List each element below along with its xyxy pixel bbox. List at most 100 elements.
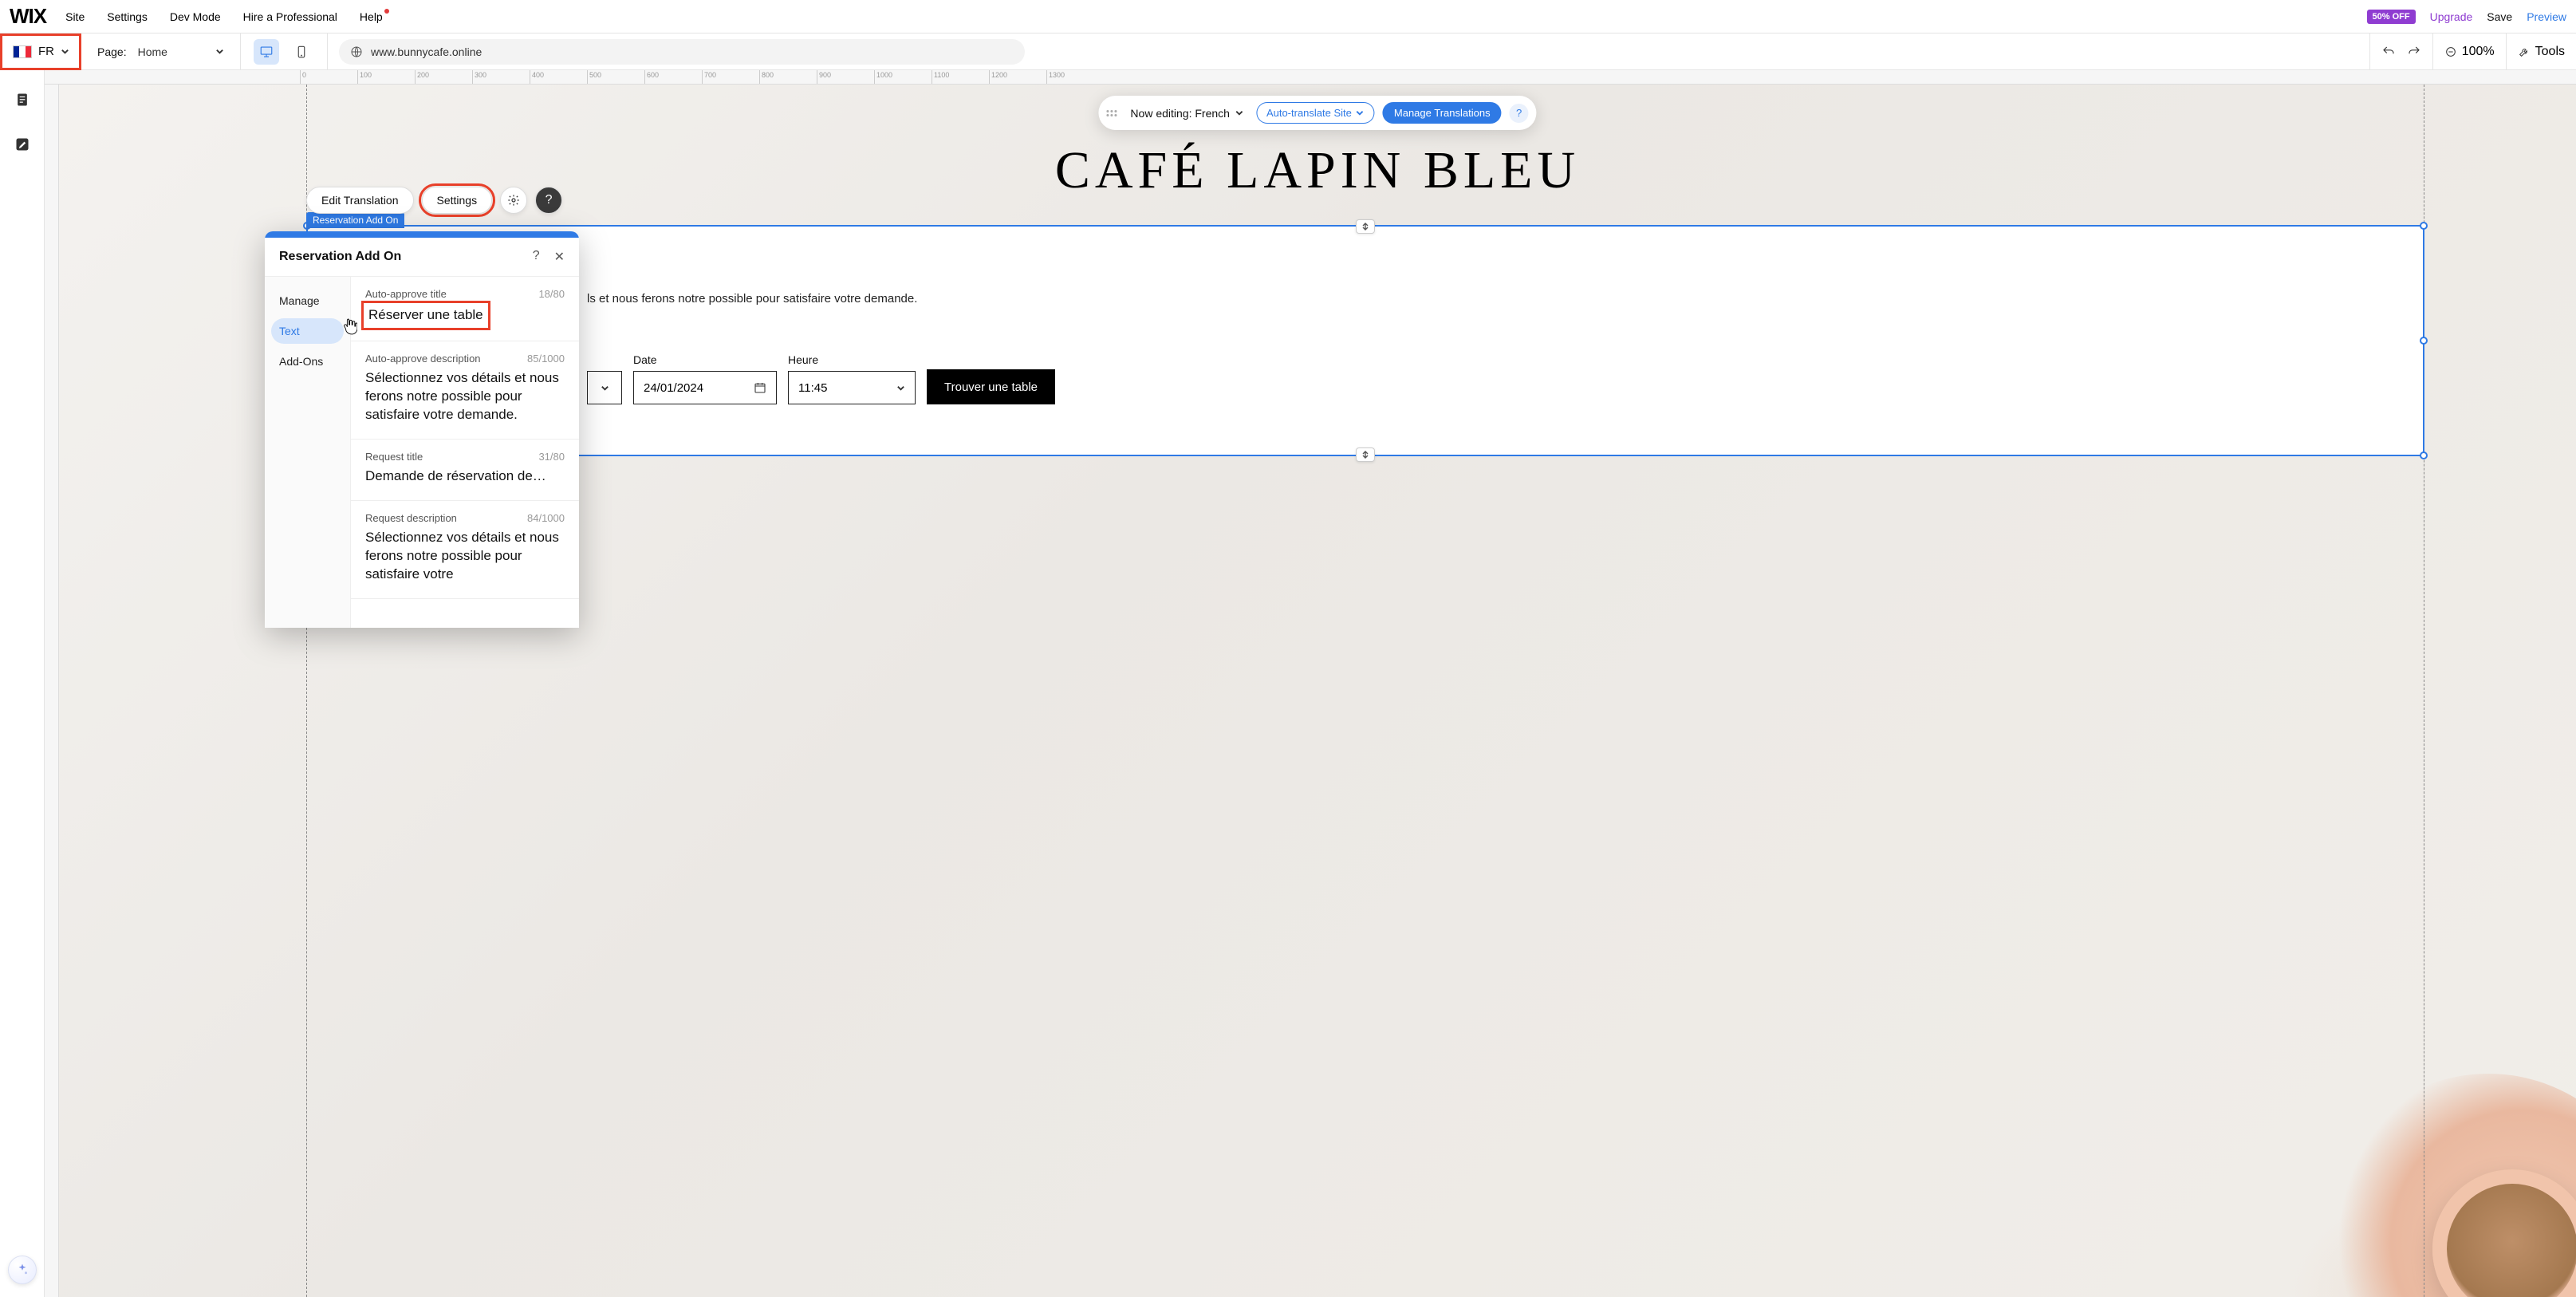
edit-panel-button[interactable]: [10, 132, 34, 156]
url-text: www.bunnycafe.online: [371, 45, 482, 58]
reservation-widget[interactable]: Réserver une table ls et nous ferons not…: [306, 225, 2424, 456]
chevron-down-icon: [215, 47, 224, 56]
edit-translation-button[interactable]: Edit Translation: [306, 187, 414, 214]
left-rail: [0, 70, 45, 1297]
tools-button[interactable]: Tools: [2506, 34, 2576, 70]
chevron-down-icon: [896, 384, 905, 392]
field-label: Request description: [365, 512, 457, 524]
now-editing-label: Now editing: French: [1130, 107, 1230, 120]
find-table-button[interactable]: Trouver une table: [927, 369, 1055, 404]
drag-handle-icon[interactable]: [1106, 110, 1117, 116]
time-label: Heure: [788, 353, 916, 366]
calendar-icon: [754, 381, 766, 394]
language-selector[interactable]: FR: [0, 34, 81, 70]
widget-heading: Réserver une table: [340, 249, 2391, 274]
time-value: 11:45: [798, 381, 827, 395]
context-help-button[interactable]: ?: [535, 187, 562, 214]
field-char-count: 84/1000: [527, 512, 565, 524]
field-char-count: 31/80: [538, 451, 565, 463]
ruler-tick: 900: [817, 70, 831, 84]
gear-icon-button[interactable]: [500, 187, 527, 214]
device-switcher: [241, 34, 328, 70]
settings-panel: Reservation Add On ? ✕ Manage Text Add-O…: [265, 231, 579, 628]
pages-panel-button[interactable]: [10, 88, 34, 112]
mobile-view-button[interactable]: [289, 39, 314, 65]
settings-button[interactable]: Settings: [422, 187, 493, 214]
desktop-view-button[interactable]: [254, 39, 279, 65]
stage[interactable]: CAFÉ LAPIN BLEU Now editing: French Auto…: [59, 85, 2576, 1297]
panel-field[interactable]: Auto-approve title18/80Réserver une tabl…: [351, 277, 579, 341]
zoom-value: 100%: [2462, 45, 2495, 59]
panel-help-button[interactable]: ?: [533, 249, 540, 265]
resize-handle[interactable]: [2420, 222, 2428, 230]
field-label: Auto-approve description: [365, 353, 481, 365]
discount-badge: 50% OFF: [2367, 10, 2416, 24]
canvas: 0100200300400500600700800900100011001200…: [45, 70, 2576, 1297]
url-bar[interactable]: www.bunnycafe.online: [339, 39, 1025, 65]
field-char-count: 85/1000: [527, 353, 565, 365]
field-value[interactable]: Sélectionnez vos détails et nous ferons …: [365, 529, 565, 584]
date-label: Date: [633, 353, 777, 366]
panel-tab-text[interactable]: Text: [271, 318, 344, 344]
menu-devmode[interactable]: Dev Mode: [170, 10, 221, 23]
panel-field[interactable]: Request description 84/1000 Sélectionnez v…: [351, 501, 579, 599]
save-button[interactable]: Save: [2487, 10, 2512, 23]
panel-header: Reservation Add On ? ✕: [265, 238, 579, 277]
panel-tab-manage[interactable]: Manage: [271, 288, 344, 313]
resize-handle[interactable]: [2420, 451, 2428, 459]
ruler-tick: 100: [357, 70, 372, 84]
undo-button[interactable]: [2381, 45, 2396, 59]
widget-content: Réserver une table ls et nous ferons not…: [308, 227, 2423, 427]
ruler-tick: 700: [702, 70, 716, 84]
menu-help[interactable]: Help: [360, 10, 383, 23]
page-selector[interactable]: Page: Home: [81, 34, 241, 70]
date-input[interactable]: 24/01/2024: [633, 371, 777, 404]
widget-description: ls et nous ferons notre possible pour sa…: [340, 292, 2391, 306]
ruler-tick: 600: [644, 70, 659, 84]
stretch-button-top[interactable]: [1356, 219, 1375, 234]
chevron-down-icon: [61, 47, 69, 56]
redo-button[interactable]: [2407, 45, 2421, 59]
chevron-down-icon: [1235, 108, 1243, 117]
ruler-tick: 1300: [1046, 70, 1065, 84]
zoom-icon: [2444, 45, 2457, 58]
resize-handle[interactable]: [2420, 337, 2428, 345]
auto-translate-label: Auto-translate Site: [1266, 107, 1352, 119]
now-editing-dropdown[interactable]: Now editing: French: [1125, 107, 1248, 120]
context-toolbar: Edit Translation Settings ?: [306, 187, 562, 214]
menu-hire[interactable]: Hire a Professional: [243, 10, 337, 23]
wix-logo[interactable]: WIX: [10, 4, 46, 29]
ruler-tick: 300: [472, 70, 486, 84]
party-size-dropdown[interactable]: [587, 371, 622, 404]
panel-tab-addons[interactable]: Add-Ons: [271, 349, 344, 374]
panel-field[interactable]: Auto-approve description 85/1000 Sélection…: [351, 341, 579, 440]
help-button[interactable]: ?: [1510, 104, 1529, 123]
auto-translate-button[interactable]: Auto-translate Site: [1256, 102, 1375, 124]
field-value[interactable]: Sélectionnez vos détails et nous ferons …: [365, 369, 565, 424]
time-input[interactable]: 11:45: [788, 371, 916, 404]
tools-icon: [2518, 45, 2531, 58]
globe-icon: [350, 45, 363, 58]
date-value: 24/01/2024: [644, 381, 703, 395]
menu-items: Site Settings Dev Mode Hire a Profession…: [65, 10, 383, 23]
ai-assistant-button[interactable]: [8, 1256, 37, 1284]
horizontal-ruler: 0100200300400500600700800900100011001200…: [45, 70, 2576, 85]
translation-floating-bar: Now editing: French Auto-translate Site …: [1098, 96, 1536, 130]
chevron-down-icon: [1356, 108, 1365, 117]
menu-site[interactable]: Site: [65, 10, 85, 23]
stretch-button-bottom[interactable]: [1356, 447, 1375, 462]
page-name: Home: [138, 45, 167, 58]
zoom-selector[interactable]: 100%: [2432, 34, 2506, 70]
undo-redo-group: [2369, 34, 2432, 70]
ruler-tick: 400: [530, 70, 544, 84]
ruler-tick: 0: [300, 70, 306, 84]
menu-settings[interactable]: Settings: [107, 10, 148, 23]
field-value[interactable]: Demande de réservation de…: [365, 467, 565, 486]
upgrade-link[interactable]: Upgrade: [2430, 10, 2473, 23]
panel-field[interactable]: Request title31/80Demande de réservation…: [351, 440, 579, 501]
panel-close-button[interactable]: ✕: [554, 249, 565, 265]
ruler-tick: 1200: [989, 70, 1007, 84]
field-value[interactable]: Réserver une table: [365, 305, 486, 326]
preview-button[interactable]: Preview: [2527, 10, 2566, 23]
manage-translations-button[interactable]: Manage Translations: [1383, 102, 1502, 124]
